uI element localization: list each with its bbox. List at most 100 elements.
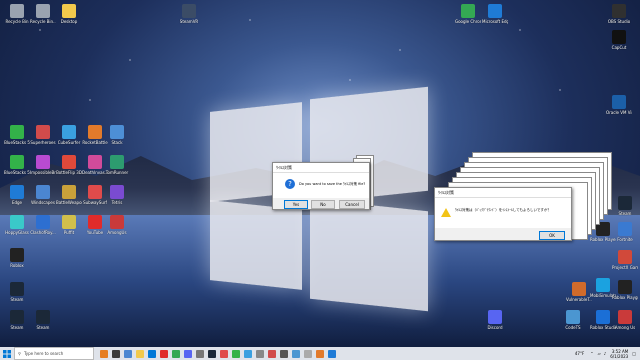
taskbar-app-icon[interactable] xyxy=(304,349,312,358)
clock[interactable]: 3:52 AM 6/1/2023 xyxy=(610,349,628,359)
app-icon xyxy=(618,196,632,210)
app-icon xyxy=(488,4,502,18)
app-icon xyxy=(110,215,124,229)
taskbar-app-icon[interactable] xyxy=(244,349,252,358)
app-icon xyxy=(62,4,76,18)
taskbar-app-icon[interactable] xyxy=(148,349,156,358)
desktop-icon-label: Steam xyxy=(618,211,632,216)
desktop-icon[interactable]: CubeSurfer xyxy=(56,125,82,145)
app-icon xyxy=(110,155,124,169)
taskbar-app-icon[interactable] xyxy=(112,349,120,358)
taskbar-app-icon[interactable] xyxy=(208,349,216,358)
cancel-button[interactable]: Cancel xyxy=(339,200,365,209)
desktop-icon-label: CubeSurfer xyxy=(57,140,81,145)
app-icon xyxy=(88,185,102,199)
tray-chevron-icon[interactable]: ⌃ xyxy=(590,351,593,356)
desktop-icon[interactable]: SteamVR xyxy=(176,4,202,24)
taskbar-app-icon[interactable] xyxy=(124,349,132,358)
desktop-icon[interactable]: OBS Studio xyxy=(606,4,632,24)
taskbar-app-icon[interactable] xyxy=(328,349,336,358)
taskbar-app-icon[interactable] xyxy=(220,349,228,358)
desktop-icon[interactable]: Steam xyxy=(4,282,30,302)
desktop-icon[interactable]: HoppyGlass xyxy=(4,215,30,235)
desktop-icon[interactable]: BottleFlip 3D xyxy=(56,155,82,175)
desktop-icon[interactable]: Discord xyxy=(482,310,508,330)
app-icon xyxy=(36,185,50,199)
desktop-icon[interactable]: ImpossibleBr... xyxy=(30,155,56,175)
desktop-icon[interactable]: Roblox Playground xyxy=(612,280,638,300)
desktop-icon-label: HoppyGlass xyxy=(5,230,29,235)
taskbar-app-icon[interactable] xyxy=(184,349,192,358)
taskbar-app-icon[interactable] xyxy=(100,349,108,358)
desktop-icon-label: CodeTS xyxy=(565,325,581,330)
desktop-icon[interactable]: Microsoft Edge xyxy=(482,4,508,24)
desktop-icon-label: Tetris xyxy=(111,200,123,205)
start-button[interactable] xyxy=(0,347,14,360)
taskbar-app-icon[interactable] xyxy=(196,349,204,358)
desktop-icon[interactable]: ClashofRoy... xyxy=(30,215,56,235)
no-button[interactable]: No xyxy=(311,200,335,209)
desktop-icon[interactable]: Recycle Bin... xyxy=(30,4,56,24)
yes-button[interactable]: Yes xyxy=(284,200,308,209)
desktop-icon[interactable]: ProjectX Gamer xyxy=(612,250,638,270)
desktop-icon-label: VulnerableT... xyxy=(566,297,592,302)
notification-icon[interactable]: □ xyxy=(632,351,636,356)
desktop-icon[interactable]: Oracle VM VirtualBox xyxy=(606,95,632,115)
desktop-icon[interactable]: Stack xyxy=(104,125,130,145)
warning-icon xyxy=(441,208,451,217)
desktop-icon[interactable]: Steam xyxy=(612,196,638,216)
app-icon xyxy=(10,282,24,296)
desktop-icon[interactable]: Google Chrome xyxy=(455,4,481,24)
desktop-icon[interactable]: Tetris xyxy=(104,185,130,205)
app-icon xyxy=(62,215,76,229)
desktop-icon[interactable]: Steam xyxy=(4,310,30,330)
taskbar-app-icon[interactable] xyxy=(292,349,300,358)
weather-text[interactable]: 47°F xyxy=(575,351,584,356)
desktop-icon-label: Roblox xyxy=(10,263,24,268)
taskbar-app-icon[interactable] xyxy=(232,349,240,358)
desktop-icon[interactable]: Roblox xyxy=(4,248,30,268)
app-icon xyxy=(10,310,24,324)
volume-icon[interactable]: ♪ xyxy=(604,351,607,356)
desktop-icon[interactable]: TomRunner xyxy=(104,155,130,175)
app-icon xyxy=(618,222,632,236)
desktop-icon[interactable]: Recycle Bin xyxy=(4,4,30,24)
desktop-icon-label: Steam xyxy=(36,325,50,330)
app-icon xyxy=(10,155,24,169)
desktop-icon-label: ClashofRoy... xyxy=(30,230,56,235)
desktop-icon[interactable]: Windscapes xyxy=(30,185,56,205)
taskbar-app-icon[interactable] xyxy=(316,349,324,358)
app-icon xyxy=(10,215,24,229)
taskbar-app-icon[interactable] xyxy=(256,349,264,358)
desktop-icon[interactable]: Puffit xyxy=(56,215,82,235)
app-icon xyxy=(10,4,24,18)
taskbar-app-icon[interactable] xyxy=(172,349,180,358)
desktop-icon[interactable]: Fortnite xyxy=(612,222,638,242)
desktop-icon[interactable]: CapCut xyxy=(606,30,632,50)
desktop-icon[interactable]: Superheroes xyxy=(30,125,56,145)
taskbar-app-icon[interactable] xyxy=(268,349,276,358)
desktop-icon-label: ImpossibleBr... xyxy=(30,170,56,175)
taskbar-app-icon[interactable] xyxy=(160,349,168,358)
desktop-icon[interactable]: BattleWeapon xyxy=(56,185,82,205)
taskbar-search-box[interactable]: ⚲ Type here to search xyxy=(14,347,94,360)
desktop-icon[interactable]: BlueStacks 5 xyxy=(4,125,30,145)
desktop-icon[interactable]: BlueStacks 5 App Player xyxy=(4,155,30,175)
ok-button[interactable]: OK xyxy=(539,231,565,240)
taskbar-app-icon[interactable] xyxy=(280,349,288,358)
desktop-icon-label: BattleWeapon xyxy=(56,200,82,205)
windows-start-icon xyxy=(3,349,11,358)
network-icon[interactable]: ▱ xyxy=(598,351,601,356)
app-icon xyxy=(36,155,50,169)
app-icon xyxy=(62,185,76,199)
app-icon xyxy=(10,125,24,139)
desktop-icon[interactable]: Desktop xyxy=(56,4,82,24)
desktop-icon[interactable]: CodeTS xyxy=(560,310,586,330)
desktop-icon[interactable]: AmongUs xyxy=(104,215,130,235)
taskbar-app-icon[interactable] xyxy=(136,349,144,358)
desktop-icon[interactable]: Steam xyxy=(30,310,56,330)
desktop-icon[interactable]: Edge xyxy=(4,185,30,205)
app-icon xyxy=(612,30,626,44)
desktop-icon[interactable]: Among Us xyxy=(612,310,638,330)
desktop-icon[interactable]: VulnerableT... xyxy=(566,282,592,302)
